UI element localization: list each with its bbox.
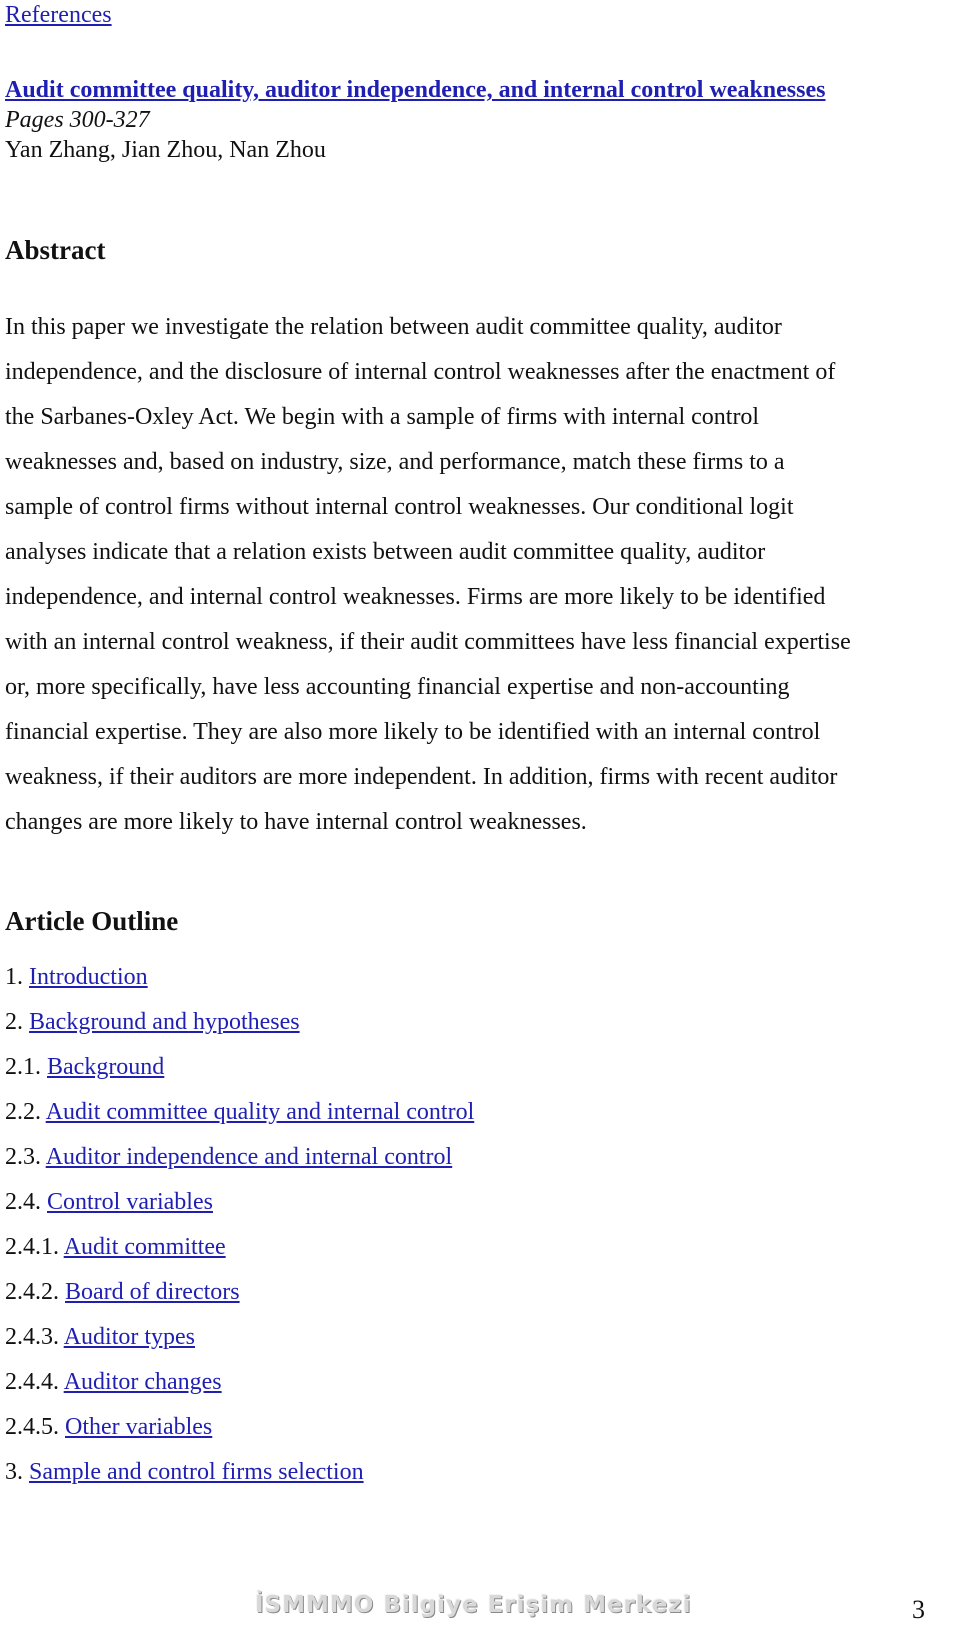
outline-item-number: 2.2.: [5, 1099, 46, 1125]
abstract-line: financial expertise. They are also more …: [5, 719, 821, 745]
outline-link-control-variables[interactable]: Control variables: [47, 1189, 213, 1215]
outline-link-board-of-directors[interactable]: Board of directors: [65, 1279, 240, 1305]
outline-item: 1. Introduction: [5, 955, 474, 1000]
outline-item-number: 2.4.4.: [5, 1369, 64, 1395]
outline-link-auditor-changes[interactable]: Auditor changes: [64, 1369, 222, 1395]
outline-item: 2.4.2. Board of directors: [5, 1270, 474, 1315]
outline-link-background[interactable]: Background: [47, 1054, 164, 1080]
abstract-line: with an internal control weakness, if th…: [5, 629, 851, 655]
abstract-body: In this paper we investigate the relatio…: [5, 305, 945, 845]
outline-link-other-variables[interactable]: Other variables: [65, 1414, 212, 1440]
outline-link-auditor-types[interactable]: Auditor types: [64, 1324, 195, 1350]
abstract-line: weakness, if their auditors are more ind…: [5, 764, 838, 790]
outline-item: 2.4. Control variables: [5, 1180, 474, 1225]
outline-link-audit-committee-quality[interactable]: Audit committee quality and internal con…: [46, 1099, 475, 1125]
outline-item-number: 2.4.2.: [5, 1279, 65, 1305]
abstract-line: In this paper we investigate the relatio…: [5, 314, 782, 340]
outline-link-background-and-hypotheses[interactable]: Background and hypotheses: [29, 1009, 300, 1035]
references-link[interactable]: References: [5, 0, 112, 30]
outline-item: 2.4.3. Auditor types: [5, 1315, 474, 1360]
article-title-link[interactable]: Audit committee quality, auditor indepen…: [5, 75, 825, 105]
outline-item-number: 2.4.: [5, 1189, 47, 1215]
outline-link-introduction[interactable]: Introduction: [29, 964, 148, 990]
article-pages: Pages 300-327: [5, 107, 150, 133]
page-number: 3: [912, 1595, 925, 1624]
outline-item-number: 2.4.1.: [5, 1234, 64, 1260]
outline-item: 3. Sample and control firms selection: [5, 1450, 474, 1495]
abstract-line: independence, and internal control weakn…: [5, 584, 826, 610]
outline-item: 2.3. Auditor independence and internal c…: [5, 1135, 474, 1180]
outline-item-number: 2.4.3.: [5, 1324, 64, 1350]
outline-item-number: 2.3.: [5, 1144, 46, 1170]
footer-watermark: İSMMMO Bilgiye Erişim Merkezi: [255, 1592, 692, 1618]
outline-item: 2.4.1. Audit committee: [5, 1225, 474, 1270]
outline-link-auditor-independence[interactable]: Auditor independence and internal contro…: [46, 1144, 453, 1170]
outline-item-number: 1.: [5, 964, 29, 990]
outline-item: 2.2. Audit committee quality and interna…: [5, 1090, 474, 1135]
outline-item: 2.4.4. Auditor changes: [5, 1360, 474, 1405]
abstract-line: the Sarbanes-Oxley Act. We begin with a …: [5, 404, 760, 430]
abstract-line: weaknesses and, based on industry, size,…: [5, 449, 785, 475]
abstract-line: independence, and the disclosure of inte…: [5, 359, 836, 385]
outline-item-number: 2.1.: [5, 1054, 47, 1080]
outline-item: 2.1. Background: [5, 1045, 474, 1090]
outline-item-number: 2.: [5, 1009, 29, 1035]
outline-item-number: 2.4.5.: [5, 1414, 65, 1440]
abstract-heading: Abstract: [5, 235, 106, 265]
outline-item-number: 3.: [5, 1459, 29, 1485]
abstract-line: sample of control firms without internal…: [5, 494, 794, 520]
outline-item: 2. Background and hypotheses: [5, 1000, 474, 1045]
abstract-line: or, more specifically, have less account…: [5, 674, 790, 700]
article-outline-list: 1. Introduction 2. Background and hypoth…: [5, 955, 474, 1495]
article-authors: Yan Zhang, Jian Zhou, Nan Zhou: [5, 137, 326, 163]
article-outline-heading: Article Outline: [5, 906, 179, 936]
abstract-line: changes are more likely to have internal…: [5, 809, 587, 835]
outline-link-sample-and-control-firms[interactable]: Sample and control firms selection: [29, 1459, 364, 1485]
outline-link-audit-committee[interactable]: Audit committee: [64, 1234, 226, 1260]
abstract-line: analyses indicate that a relation exists…: [5, 539, 766, 565]
outline-item: 2.4.5. Other variables: [5, 1405, 474, 1450]
